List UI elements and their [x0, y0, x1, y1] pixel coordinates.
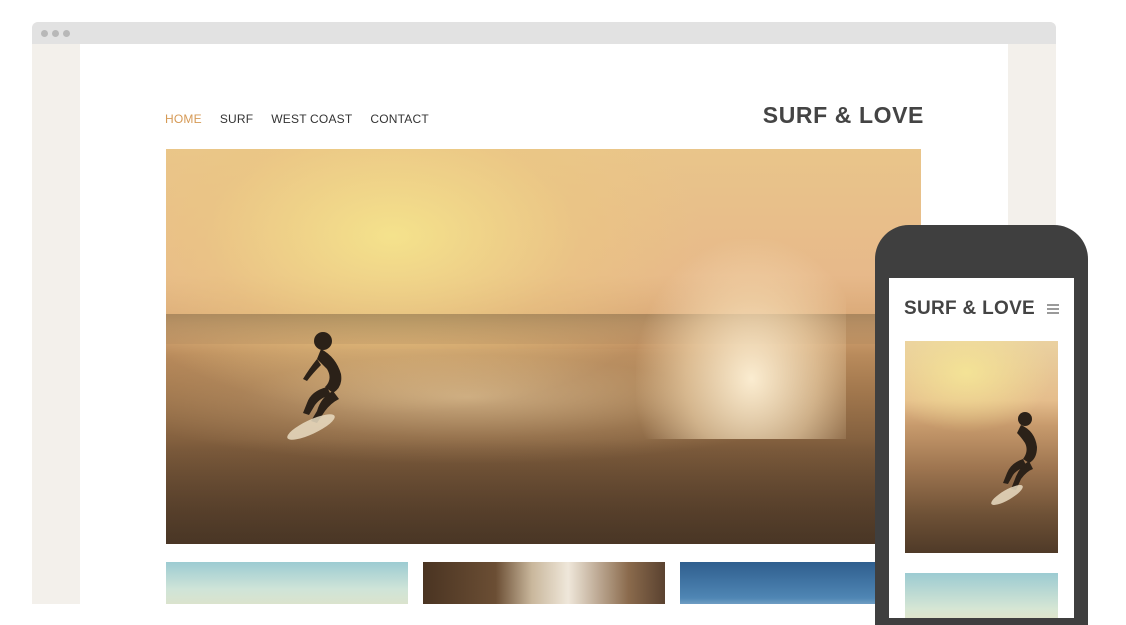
nav-item-west-coast[interactable]: WEST COAST	[271, 112, 352, 126]
window-dot-icon[interactable]	[52, 30, 59, 37]
hero-image	[166, 149, 921, 544]
window-dot-icon[interactable]	[41, 30, 48, 37]
hamburger-menu-icon[interactable]	[1047, 304, 1059, 314]
surfer-silhouette	[991, 412, 1037, 505]
phone-screen: SURF & LOVE	[889, 278, 1074, 618]
browser-title-bar	[32, 22, 1056, 44]
website-page: HOME SURF WEST COAST CONTACT SURF & LOVE	[80, 44, 1008, 604]
window-dot-icon[interactable]	[63, 30, 70, 37]
mobile-hero-image	[905, 341, 1058, 553]
nav-item-home[interactable]: HOME	[165, 112, 202, 126]
site-logo[interactable]: SURF & LOVE	[763, 102, 924, 129]
phone-mockup: SURF & LOVE	[875, 225, 1088, 625]
mobile-thumbnail-image[interactable]	[905, 573, 1058, 618]
thumbnail-image[interactable]	[423, 562, 665, 604]
nav-item-surf[interactable]: SURF	[220, 112, 253, 126]
surfer-silhouette	[287, 332, 342, 440]
nav-item-contact[interactable]: CONTACT	[370, 112, 429, 126]
mobile-site-logo[interactable]: SURF & LOVE	[904, 298, 1035, 320]
main-nav: HOME SURF WEST COAST CONTACT	[165, 112, 429, 126]
thumbnail-image[interactable]	[166, 562, 408, 604]
